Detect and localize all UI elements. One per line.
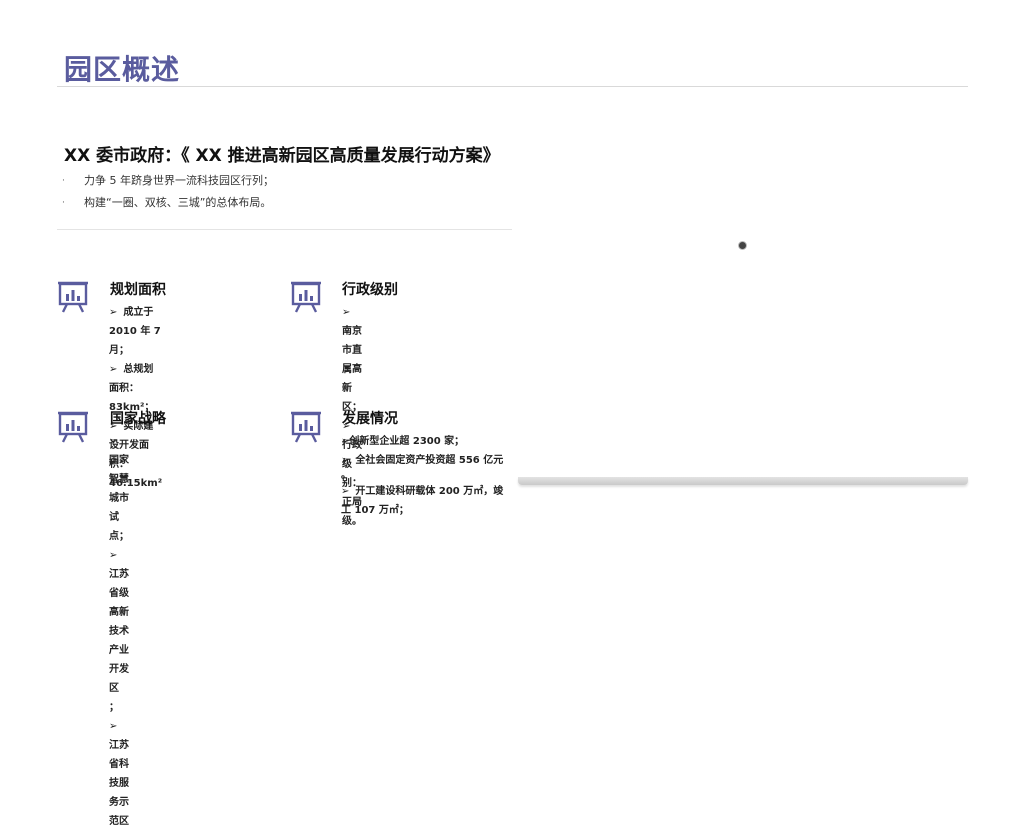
title-divider bbox=[57, 86, 968, 87]
section-item: 工 107 万㎡； bbox=[341, 501, 516, 520]
section-item: ➢ 开工建设科研载体 200 万㎡，竣 bbox=[341, 482, 516, 501]
presentation-chart-icon bbox=[289, 280, 323, 314]
section-item: ➢创新型企业超 2300 家； bbox=[341, 432, 516, 451]
section-item-text: 江苏省科技服务示范区 bbox=[109, 740, 129, 827]
section-item-text: 南京市直属高新区； bbox=[342, 326, 362, 413]
section-item: ➢ 国家智慧城市试点； bbox=[109, 432, 129, 546]
laptop-camera-dot bbox=[739, 242, 746, 249]
intro-bullets: · 力争 5 年跻身世界一流科技园区行列； · 构建“一圈、双核、三城”的总体布… bbox=[62, 170, 274, 214]
section-item: ➢ 江苏省级高新技术产业开发区 bbox=[109, 546, 129, 698]
intro-bullet: · 力争 5 年跻身世界一流科技园区行列； bbox=[62, 170, 274, 192]
section-item: 。 bbox=[341, 470, 516, 482]
section-items: ➢ 国家智慧城市试点； ➢ 江苏省级高新技术产业开发区 ； ➢ 江苏省科技服务示范区 bbox=[109, 432, 129, 831]
section-title: 行政级别 bbox=[342, 282, 398, 298]
section-items: ➢创新型企业超 2300 家； ➢ 全社会固定资产投资超 556 亿元 。 ➢ 开工… bbox=[341, 432, 516, 520]
presentation-chart-icon bbox=[289, 410, 323, 444]
arrow-bullet-icon: ➢ bbox=[341, 486, 350, 497]
section-item-text: 工 107 万㎡； bbox=[341, 505, 409, 516]
intro-bullet-text: 构建“一圈、双核、三城”的总体布局。 bbox=[84, 196, 272, 209]
section-title: 规划面积 bbox=[110, 282, 166, 298]
section-item: ➢ 南京市直属高新区； bbox=[342, 303, 362, 417]
laptop-base bbox=[518, 477, 968, 485]
section-item-text: 。 bbox=[341, 470, 351, 481]
section-item-text: 全社会固定资产投资超 556 亿元 bbox=[355, 455, 504, 466]
page-title: 园区概述 bbox=[64, 53, 181, 86]
section-item: ➢ 全社会固定资产投资超 556 亿元 bbox=[341, 451, 516, 470]
section-title: 发展情况 bbox=[342, 411, 398, 427]
intro-bullet-text: 力争 5 年跻身世界一流科技园区行列； bbox=[84, 174, 274, 187]
intro-bullet: · 构建“一圈、双核、三城”的总体布局。 bbox=[62, 192, 274, 214]
section-title: 国家战略 bbox=[110, 411, 166, 427]
arrow-bullet-icon: ➢ bbox=[109, 721, 118, 732]
section-item: ➢ 江苏省科技服务示范区 bbox=[109, 717, 129, 831]
presentation-chart-icon bbox=[56, 410, 90, 444]
bullet-dot: · bbox=[62, 198, 65, 208]
bullet-dot: · bbox=[62, 176, 65, 186]
section-item-text: 创新型企业超 2300 家； bbox=[349, 436, 465, 447]
arrow-bullet-icon: ➢ bbox=[109, 307, 118, 318]
intro-headline: XX 委市政府：《 XX 推进高新园区高质量发展行动方案》 bbox=[64, 146, 500, 166]
section-divider bbox=[57, 229, 512, 230]
section-item-text: 开工建设科研载体 200 万㎡，竣 bbox=[355, 486, 504, 497]
section-item-text: 国家智慧城市试点； bbox=[109, 455, 129, 542]
section-item-text: ； bbox=[109, 702, 119, 713]
arrow-bullet-icon: ➢ bbox=[342, 307, 351, 318]
presentation-chart-icon bbox=[56, 280, 90, 314]
arrow-bullet-icon: ➢ bbox=[109, 550, 118, 561]
section-item-text: 江苏省级高新技术产业开发区 bbox=[109, 569, 129, 694]
section-item: ➢ 成立于 2010 年 7 月； bbox=[109, 303, 162, 360]
arrow-bullet-icon: ➢ bbox=[109, 364, 118, 375]
arrow-bullet-icon: ➢ bbox=[341, 455, 350, 466]
arrow-bullet-icon: ➢ bbox=[109, 436, 118, 447]
section-item: ； bbox=[109, 698, 129, 717]
